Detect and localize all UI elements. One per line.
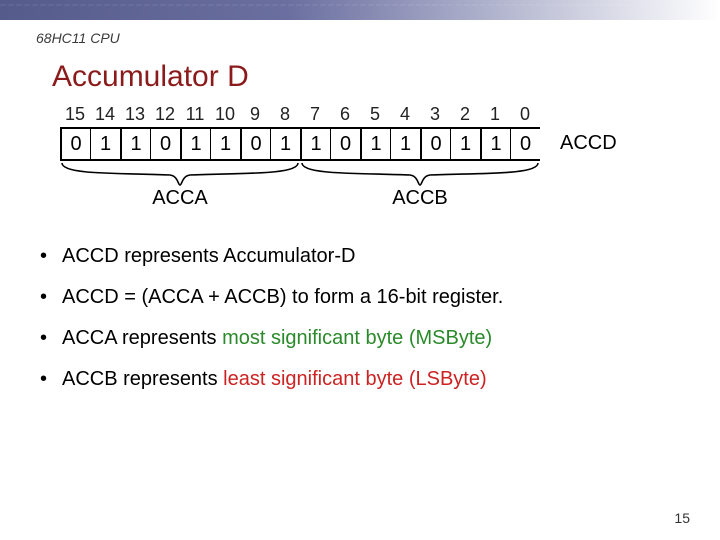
bit-index: 4 xyxy=(390,104,420,125)
acca-label: ACCA xyxy=(60,187,300,210)
bit-cell: 1 xyxy=(450,127,480,161)
bit-index: 9 xyxy=(240,104,270,125)
bit-value-row: 0 1 1 0 1 1 0 1 1 0 1 1 0 1 1 0 ACCD xyxy=(60,127,720,161)
brace-acca xyxy=(60,161,300,187)
bit-cell: 1 xyxy=(90,127,120,161)
msbyte-text: most significant byte (MSByte) xyxy=(222,327,492,349)
bullet-item: ACCB represents least significant byte (… xyxy=(40,368,720,391)
bullet-item: ACCA represents most significant byte (M… xyxy=(40,327,720,350)
bit-index: 14 xyxy=(90,104,120,125)
bit-cell: 1 xyxy=(120,127,150,161)
bullet-text: ACCB represents xyxy=(62,368,223,390)
bit-index: 15 xyxy=(60,104,90,125)
bit-cell: 0 xyxy=(330,127,360,161)
bit-index: 7 xyxy=(300,104,330,125)
bit-index: 13 xyxy=(120,104,150,125)
bit-index: 11 xyxy=(180,104,210,125)
bit-cell: 0 xyxy=(240,127,270,161)
accumulator-diagram: 15 14 13 12 11 10 9 8 7 6 5 4 3 2 1 0 0 … xyxy=(0,98,720,221)
bit-index: 2 xyxy=(450,104,480,125)
bit-index: 1 xyxy=(480,104,510,125)
bit-index-row: 15 14 13 12 11 10 9 8 7 6 5 4 3 2 1 0 xyxy=(60,104,720,125)
bit-cell: 1 xyxy=(210,127,240,161)
bullet-item: ACCD = (ACCA + ACCB) to form a 16-bit re… xyxy=(40,286,720,309)
bit-cell: 1 xyxy=(360,127,390,161)
bit-cell: 1 xyxy=(180,127,210,161)
page-number: 15 xyxy=(674,510,690,526)
bit-cell: 0 xyxy=(150,127,180,161)
brace-accb xyxy=(300,161,540,187)
bullet-text: ACCA represents xyxy=(62,327,222,349)
bit-cell: 1 xyxy=(480,127,510,161)
bullet-item: ACCD represents Accumulator-D xyxy=(40,245,720,268)
accb-label: ACCB xyxy=(300,187,540,210)
bit-cell: 0 xyxy=(510,127,540,161)
bullet-list: ACCD represents Accumulator-D ACCD = (AC… xyxy=(0,237,720,391)
bit-index: 0 xyxy=(510,104,540,125)
bit-cell: 0 xyxy=(60,127,90,161)
bit-index: 3 xyxy=(420,104,450,125)
bit-cell: 1 xyxy=(390,127,420,161)
slide-title: Accumulator D xyxy=(0,46,720,98)
bit-index: 6 xyxy=(330,104,360,125)
lsbyte-text: least significant byte (LSByte) xyxy=(223,368,486,390)
bit-cell: 0 xyxy=(420,127,450,161)
decorative-top-bar xyxy=(0,0,720,20)
bit-cell: 1 xyxy=(270,127,300,161)
accd-label: ACCD xyxy=(560,132,617,155)
slide-header: 68HC11 CPU xyxy=(0,20,720,46)
bit-index: 10 xyxy=(210,104,240,125)
bit-cell: 1 xyxy=(300,127,330,161)
bit-index: 5 xyxy=(360,104,390,125)
bit-index: 8 xyxy=(270,104,300,125)
bit-index: 12 xyxy=(150,104,180,125)
